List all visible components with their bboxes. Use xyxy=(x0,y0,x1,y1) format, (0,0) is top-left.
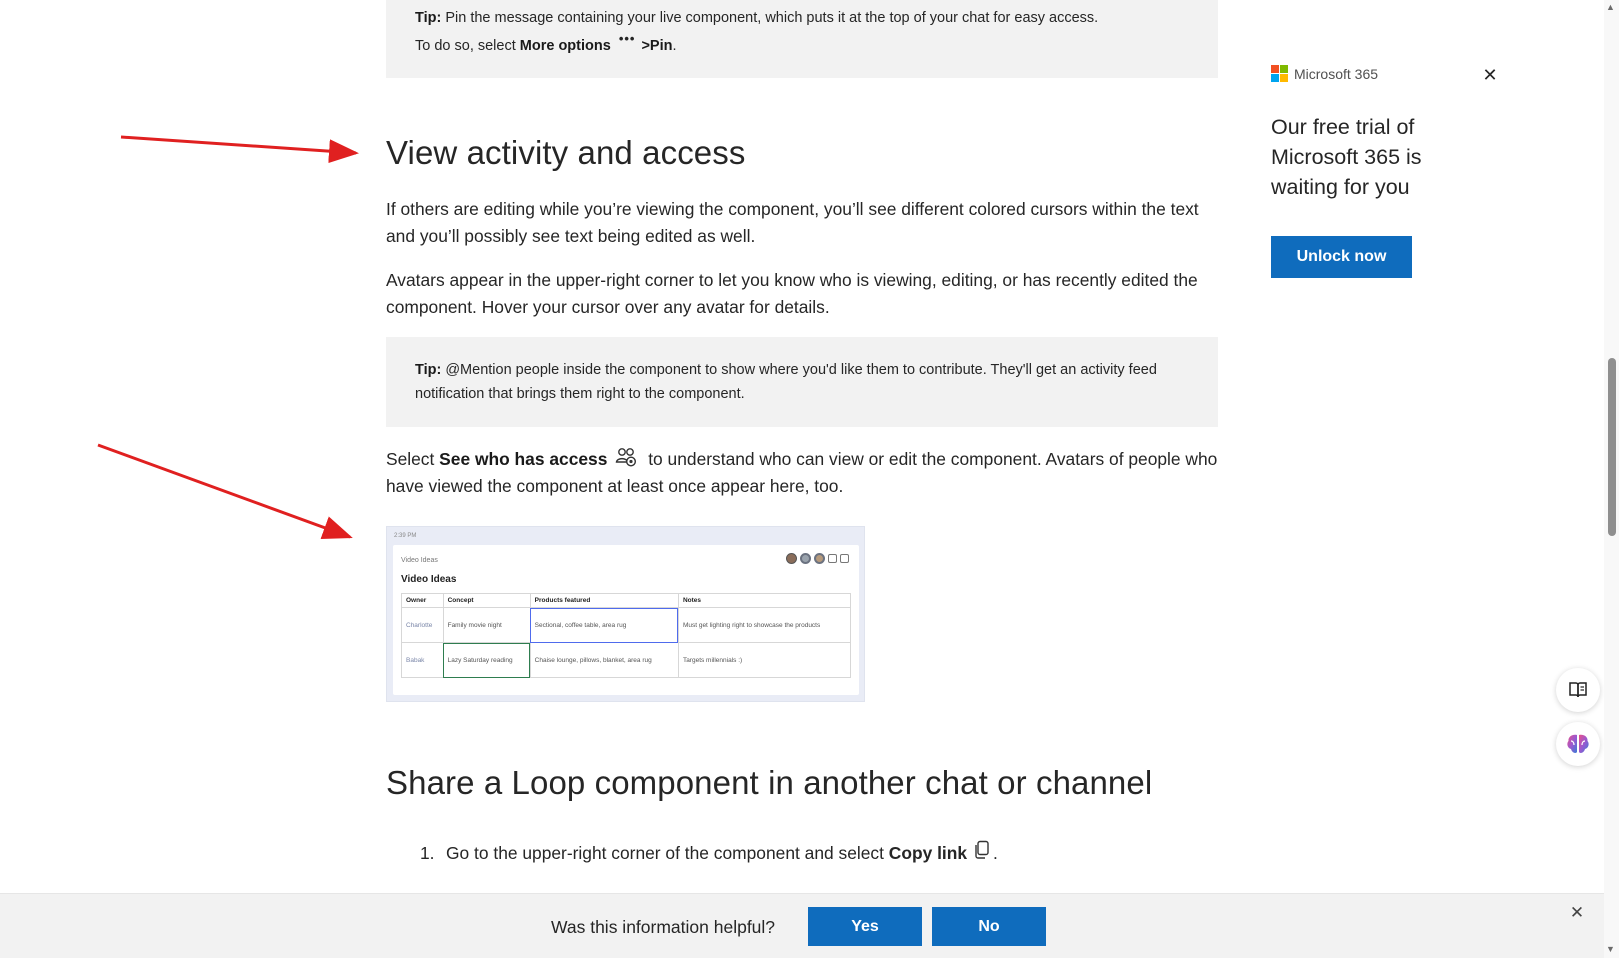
screenshot-small-title: Video Ideas xyxy=(401,557,438,564)
table-row: Babak Lazy Saturday reading Chaise loung… xyxy=(401,642,852,678)
table-cell: Must get lighting right to showcase the … xyxy=(677,607,852,643)
list-item: 1. Go to the upper-right corner of the co… xyxy=(420,840,998,866)
tip-box-mention: Tip: @Mention people inside the componen… xyxy=(386,337,1218,427)
screenshot-title: Video Ideas xyxy=(401,574,457,585)
screenshot-avatars xyxy=(786,553,849,564)
people-access-icon xyxy=(828,554,837,563)
immersive-reader-button[interactable] xyxy=(1556,668,1600,712)
red-arrows xyxy=(97,135,359,540)
tip-line-2: To do so, select More options ••• >Pin. xyxy=(415,31,1189,60)
pin-label: >Pin xyxy=(641,38,673,54)
avatar xyxy=(800,553,811,564)
tip-label: Tip: xyxy=(415,10,442,26)
table-cell: Babak xyxy=(401,642,444,678)
table-cell: Family movie night xyxy=(442,607,531,643)
screenshot-table: Owner Concept Products featured Notes Ch… xyxy=(401,593,852,678)
copy-icon xyxy=(840,554,849,563)
ad-headline: Our free trial of Microsoft 365 is waiti… xyxy=(1271,115,1422,199)
column-header: Products featured xyxy=(529,593,679,608)
scroll-up-arrow-icon[interactable]: ▲ xyxy=(1606,2,1615,12)
table-cell: Targets millennials :) xyxy=(677,642,852,678)
table-cell: Charlotte xyxy=(401,607,444,643)
feedback-question: Was this information helpful? xyxy=(551,917,776,937)
table-row: Charlotte Family movie night Sectional, … xyxy=(401,607,852,643)
tip-label: Tip: xyxy=(415,362,442,378)
unlock-now-button[interactable]: Unlock now xyxy=(1271,236,1412,278)
table-cell: Lazy Saturday reading xyxy=(442,642,531,678)
copy-link-label: Copy link xyxy=(888,843,968,863)
screenshot-card: Video Ideas Video Ideas Owner Concept Pr… xyxy=(393,545,859,695)
brain-icon xyxy=(1567,734,1589,753)
heading-share-loop: Share a Loop component in another chat o… xyxy=(386,764,1153,801)
close-icon[interactable]: ✕ xyxy=(1566,902,1588,924)
table-header-row: Owner Concept Products featured Notes xyxy=(401,593,852,608)
tip-box-pin: Tip: Pin the message containing your liv… xyxy=(386,0,1218,78)
table-cell: Chaise lounge, pillows, blanket, area ru… xyxy=(529,642,679,678)
paragraph-avatars: Avatars appear in the upper-right corner… xyxy=(386,270,1198,317)
feedback-no-button[interactable]: No xyxy=(932,907,1046,946)
tip-text: @Mention people inside the component to … xyxy=(415,362,1157,402)
table-cell: Sectional, coffee table, area rug xyxy=(529,607,679,643)
tip-text-prefix: To do so, select xyxy=(415,38,520,54)
avatar xyxy=(814,553,825,564)
more-options-icon: ••• xyxy=(618,31,636,46)
period: . xyxy=(672,38,677,54)
period: . xyxy=(993,843,998,863)
arrow-to-heading xyxy=(120,135,359,164)
column-header: Owner xyxy=(401,593,444,608)
heading-view-activity: View activity and access xyxy=(386,134,746,171)
paragraph-see-access: Select See who has access to understand … xyxy=(386,446,1218,499)
loop-component-screenshot: 2:39 PM Video Ideas Video Ideas Owner Co… xyxy=(386,526,865,702)
tip-line-1: Tip: Pin the message containing your liv… xyxy=(415,4,1189,32)
feedback-bar xyxy=(0,893,1604,958)
column-header: Concept xyxy=(442,593,531,608)
avatar xyxy=(786,553,797,564)
tip-text: Pin the message containing your live com… xyxy=(441,10,1099,26)
more-options-label: More options xyxy=(519,38,611,54)
microsoft-logo-icon xyxy=(1271,65,1288,82)
copilot-button[interactable] xyxy=(1556,722,1600,766)
scrollbar-thumb[interactable] xyxy=(1608,358,1616,536)
scroll-down-arrow-icon[interactable]: ▼ xyxy=(1606,944,1615,954)
brand-name: Microsoft 365 xyxy=(1294,65,1379,82)
p3-prefix: Select xyxy=(386,449,440,469)
see-who-has-access-label: See who has access xyxy=(439,449,608,469)
feedback-yes-button[interactable]: Yes xyxy=(808,907,922,946)
people-access-icon xyxy=(616,448,637,467)
arrow-to-screenshot xyxy=(97,443,353,540)
book-icon xyxy=(1569,682,1587,698)
microsoft-365-logo: Microsoft 365 xyxy=(1271,65,1378,82)
copy-icon xyxy=(975,840,989,859)
screenshot-time: 2:39 PM xyxy=(394,533,417,539)
paragraph-cursors: If others are editing while you’re viewi… xyxy=(386,199,1199,246)
column-header: Notes xyxy=(677,593,852,608)
close-icon[interactable]: ✕ xyxy=(1478,63,1502,87)
list-number: 1. xyxy=(420,843,435,863)
step-text: Go to the upper-right corner of the comp… xyxy=(446,843,889,863)
